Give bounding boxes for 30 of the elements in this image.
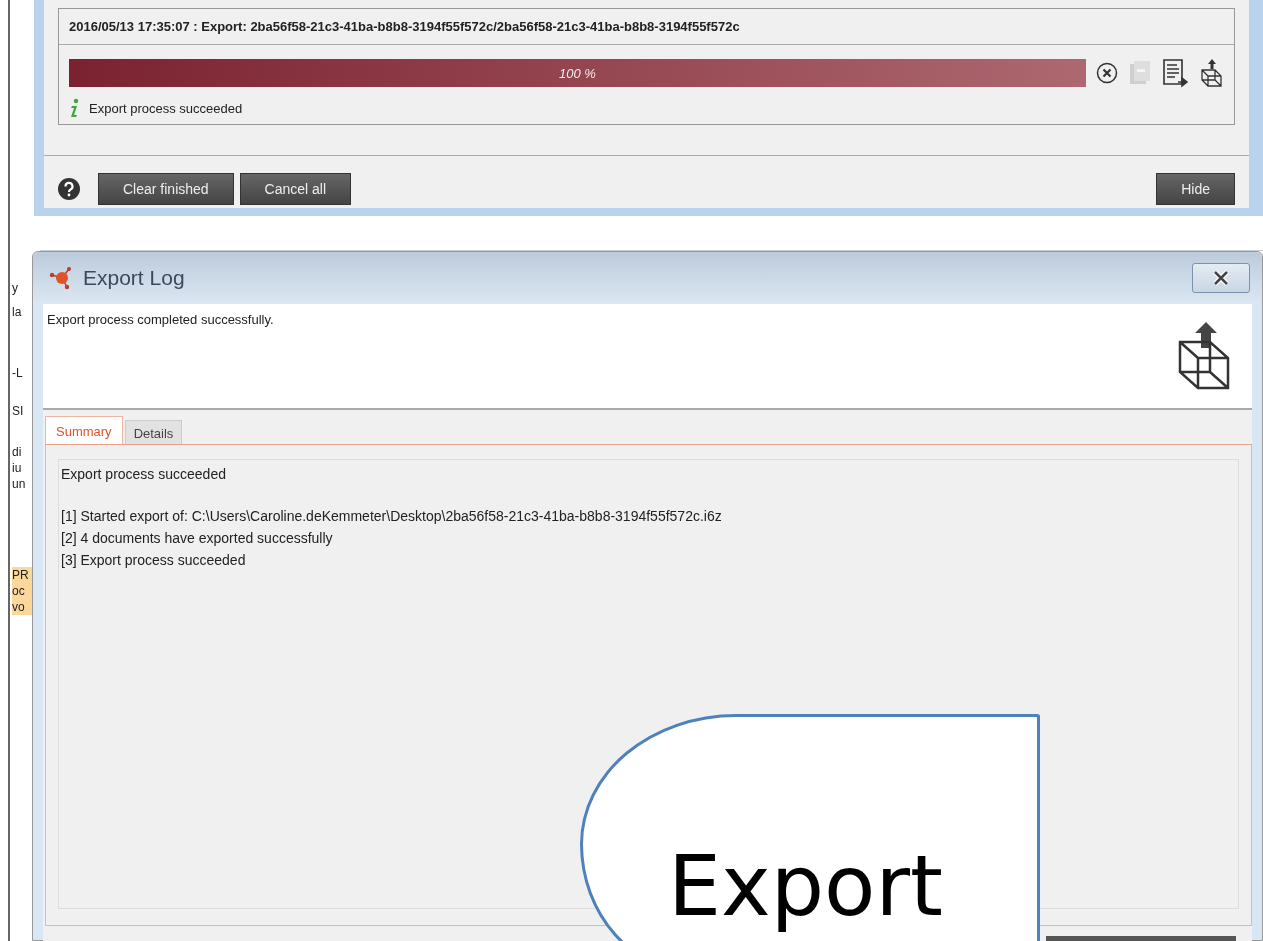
background-text: la: [12, 304, 23, 320]
log-line: [3] Export process succeeded: [61, 551, 247, 570]
hide-button[interactable]: Hide: [1156, 173, 1235, 205]
status-text: Export process succeeded: [89, 100, 243, 116]
progress-reading: 100 %: [559, 65, 596, 81]
export-icon: [1176, 322, 1232, 390]
info-icon: [69, 98, 79, 118]
background-text: y: [12, 280, 19, 296]
cancel-icon[interactable]: [1096, 62, 1118, 84]
window-title: Export Log: [83, 266, 185, 290]
background-text: un: [12, 476, 27, 492]
panel-button[interactable]: Cancel all: [239, 173, 352, 205]
log-line: [2] 4 documents have exported successfully: [61, 529, 334, 548]
log-heading: Export process succeeded: [61, 465, 227, 484]
tab[interactable]: Summary: [45, 416, 123, 444]
callout-text: Export: [668, 838, 943, 934]
background-text: -L: [12, 365, 24, 381]
message-text: Export process completed successfully.: [47, 312, 274, 329]
background-text: di: [12, 444, 23, 460]
close-button[interactable]: [1192, 263, 1250, 293]
background-text: SI: [12, 403, 25, 419]
panel-button[interactable]: Clear finished: [98, 173, 234, 205]
tab[interactable]: Details: [124, 420, 183, 444]
export-icon[interactable]: [1200, 58, 1224, 88]
help-icon[interactable]: [58, 178, 80, 200]
job-title: 2016/05/13 17:35:07 : Export: 2ba56f58-21c3-41ba-b8b8-3194f55f572c/2ba56f58-21c3-41ba-b8b8-3194f55f572c: [59, 9, 1234, 45]
log-line: [1] Started export of: C:\Users\Caroline.deKemmeter\Desktop\2ba56f58-21c3-41ba-b8b8-3194f55f572c.i6z: [61, 507, 723, 526]
close-icon: [1211, 270, 1231, 286]
background-text: iu: [12, 460, 23, 476]
log-icon[interactable]: [1162, 58, 1190, 88]
